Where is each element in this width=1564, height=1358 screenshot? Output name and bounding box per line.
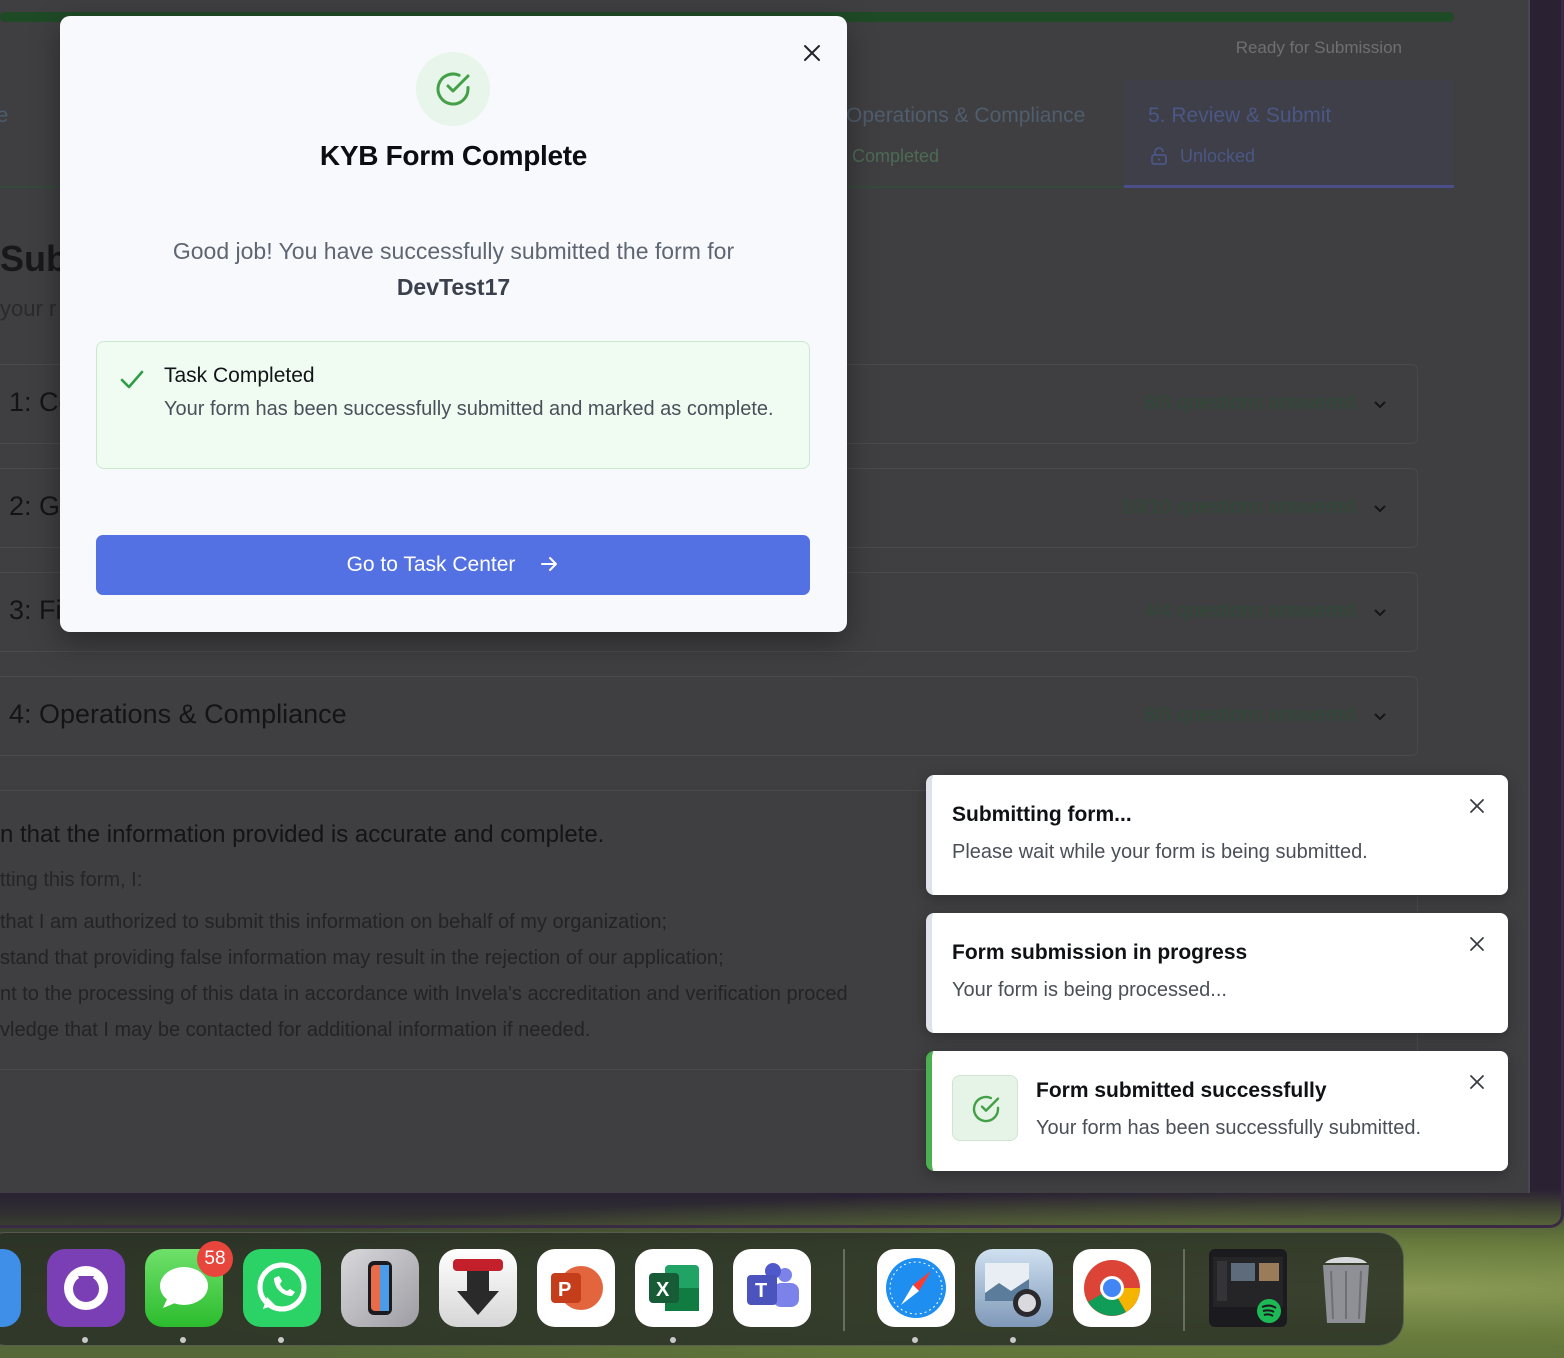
check-icon (120, 370, 144, 389)
chevron-down-icon[interactable] (1371, 499, 1389, 517)
trash-icon[interactable] (1307, 1249, 1385, 1327)
unread-badge: 58 (197, 1241, 233, 1277)
section-count: 10/10 questions answered (1121, 496, 1356, 518)
toast-success: Form submitted successfully Your form ha… (926, 1051, 1508, 1171)
github-desktop-icon[interactable] (47, 1249, 125, 1327)
toast-in-progress: Form submission in progress Your form is… (926, 913, 1508, 1033)
arrow-right-icon (541, 557, 558, 571)
chevron-down-icon[interactable] (1371, 395, 1389, 413)
trash-can-icon (1323, 1257, 1369, 1323)
progress-status-label: Ready for Submission (1235, 38, 1402, 57)
excel-logo: X (649, 1265, 699, 1311)
page-subtitle: your r (0, 296, 57, 321)
declaration-line: nt to the processing of this data in acc… (0, 983, 848, 1005)
download-arrow-icon (453, 1259, 503, 1315)
teams-logo: T (747, 1263, 799, 1307)
chrome-logo (1084, 1260, 1140, 1316)
teams-icon[interactable]: T (733, 1249, 811, 1327)
finder-icon[interactable] (0, 1249, 21, 1327)
task-title: Task Completed (164, 364, 315, 387)
whatsapp-icon[interactable] (243, 1249, 321, 1327)
transmit-icon[interactable] (439, 1249, 517, 1327)
tab-step-5-status-text: Unlocked (1180, 146, 1256, 166)
close-icon[interactable] (801, 42, 823, 64)
tab-step-4[interactable]: Operations & Compliance Completed (846, 80, 1124, 188)
iphone-mirroring-icon[interactable] (341, 1249, 419, 1327)
declaration-line: that I am authorized to submit this info… (0, 911, 668, 933)
powerpoint-logo: P (551, 1266, 603, 1310)
toast-description: Your form has been successfully submitte… (1036, 1117, 1422, 1139)
unlock-icon (1151, 147, 1167, 165)
dock-separator (843, 1249, 845, 1331)
section-title: 4: Operations & Compliance (9, 699, 347, 729)
excel-icon[interactable]: X (635, 1249, 713, 1327)
safari-icon[interactable] (877, 1249, 955, 1327)
tab-step-4-status: Completed (852, 146, 940, 166)
page-title: Sub (0, 238, 68, 279)
running-indicator (1010, 1337, 1016, 1343)
svg-text:T: T (755, 1280, 767, 1302)
messages-icon[interactable]: 58 (145, 1241, 233, 1327)
tab-step-5-status: Unlocked (1150, 146, 1255, 167)
section-card-4[interactable]: 4: Operations & Compliance 8/8 questions… (0, 676, 1418, 756)
task-description: Your form has been successfully submitte… (164, 398, 774, 420)
preview-icon[interactable] (975, 1249, 1053, 1327)
toast-title: Form submitted successfully (1036, 1079, 1327, 1102)
running-indicator (912, 1337, 918, 1343)
modal-message: Good job! You have successfully submitte… (172, 238, 735, 264)
check-circle-icon (972, 1095, 1000, 1123)
toast-title: Form submission in progress (952, 941, 1248, 964)
success-toast-badge (952, 1075, 1018, 1141)
tab-step-5[interactable]: 5. Review & Submit Unlocked (1124, 80, 1454, 188)
compass-icon (886, 1258, 946, 1318)
section-title: 2: G (9, 491, 61, 521)
declaration-title: n that the information provided is accur… (0, 821, 605, 848)
go-to-task-center-button[interactable]: Go to Task Center (96, 535, 810, 595)
close-icon[interactable] (1468, 1073, 1486, 1091)
declaration-line: stand that providing false information m… (0, 947, 724, 969)
phone-bubble-icon (257, 1262, 307, 1312)
declaration-line: vledge that I may be contacted for addit… (0, 1019, 591, 1041)
running-indicator (82, 1337, 88, 1343)
tab-step-1-title: le (0, 104, 8, 128)
tab-step-4-title: Operations & Compliance (846, 104, 1086, 127)
section-count: 8/8 questions answered (1143, 392, 1355, 414)
close-icon[interactable] (1468, 935, 1486, 953)
completion-modal: KYB Form Complete Good job! You have suc… (60, 16, 847, 632)
button-label: Go to Task Center (346, 553, 516, 576)
success-badge (416, 52, 490, 126)
powerpoint-icon[interactable]: P (537, 1249, 615, 1327)
dock-separator (1183, 1249, 1185, 1331)
preview-logo (985, 1263, 1041, 1317)
spotify-window-icon[interactable] (1209, 1249, 1287, 1327)
toast-description: Your form is being processed... (952, 979, 1227, 1001)
svg-text:X: X (656, 1279, 670, 1301)
tab-step-5-title: 5. Review & Submit (1148, 104, 1332, 127)
section-title: 3: Fi (9, 595, 62, 625)
spotify-thumbnail (1213, 1257, 1283, 1323)
chevron-down-icon[interactable] (1371, 707, 1389, 725)
section-count: 4/4 questions answered (1143, 600, 1355, 622)
running-indicator (278, 1337, 284, 1343)
tab-step-1[interactable]: le (0, 80, 60, 188)
task-completed-box: Task Completed Your form has been succes… (96, 341, 810, 469)
company-name: DevTest17 (396, 274, 511, 300)
dock: 58 P X T (0, 1232, 1404, 1346)
toast-description: Please wait while your form is being sub… (952, 841, 1368, 863)
modal-title: KYB Form Complete (319, 140, 588, 171)
running-indicator (670, 1337, 676, 1343)
declaration-lead: tting this form, I: (0, 869, 143, 891)
chrome-icon[interactable] (1073, 1249, 1151, 1327)
running-indicator (180, 1337, 186, 1343)
check-circle-icon (436, 72, 470, 106)
svg-text:P: P (558, 1279, 571, 1301)
toast-title: Submitting form... (952, 803, 1132, 826)
github-logo (64, 1266, 108, 1310)
chevron-down-icon[interactable] (1371, 603, 1389, 621)
close-icon[interactable] (1468, 797, 1486, 815)
iphone-icon (368, 1261, 392, 1315)
section-count: 8/8 questions answered (1143, 704, 1355, 726)
toast-submitting: Submitting form... Please wait while you… (926, 775, 1508, 895)
